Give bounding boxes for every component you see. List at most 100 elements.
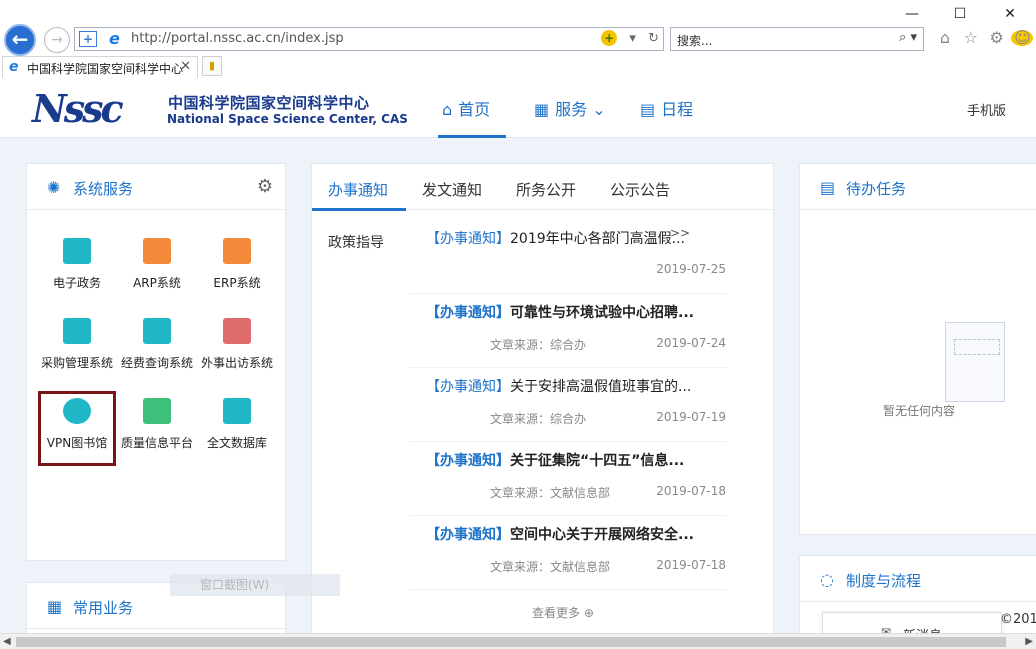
url-field[interactable]: + e http://portal.nssc.ac.cn/index.jsp +… [74,27,664,51]
url-tools: + ▾ ↻ [593,30,659,46]
news-tag: 【办事通知】 [426,231,510,247]
rules-title: 制度与流程 [846,572,922,590]
news-date: 2019-07-25 [656,262,726,276]
home-icon[interactable]: ⌂ [934,28,956,47]
refresh-icon[interactable]: ↻ [648,31,659,46]
tab-row: e 中国科学院国家空间科学中心 ✕ ▮ [0,56,1036,78]
news-title[interactable]: 【办事通知】2019年中心各部门高温假... [426,228,685,248]
news-source: 文章来源：综合办 [490,412,587,426]
sys-item-funds[interactable]: 经费查询系统 [117,310,197,382]
common-business-title: 常用业务 [73,599,134,617]
settings-icon[interactable]: ⚙ [986,28,1008,47]
view-more-link[interactable]: 查看更多 ⊕ [532,604,594,621]
sys-item-label: 全文数据库 [206,436,267,450]
grid-icon: ▦ [47,597,63,616]
search-input[interactable]: 搜索... [677,32,712,49]
tab-affairs[interactable]: 办事通知 [328,179,388,200]
sys-item-quality[interactable]: 质量信息平台 [117,390,197,462]
feedback-smile-icon[interactable]: ☺ [1011,28,1034,47]
news-item[interactable]: 【办事通知】2019年中心各部门高温假... 2019-07-25 [410,220,726,294]
scroll-thumb[interactable] [16,637,1006,647]
scroll-left-icon[interactable]: ◀ [3,636,11,647]
search-icon[interactable]: ⌕ [899,30,906,45]
nav-home[interactable]: ⌂ 首页 [442,96,490,120]
minimize-button[interactable]: — [902,4,922,24]
sys-item-e-gov[interactable]: 电子政务 [37,230,117,302]
selection-highlight [38,391,116,466]
browser-tab[interactable]: e 中国科学院国家空间科学中心 ✕ [2,56,198,78]
sys-item-arp[interactable]: ARP系统 [117,230,197,302]
sys-item-label: ARP系统 [133,276,181,290]
news-title[interactable]: 【办事通知】可靠性与环境试验中心招聘... [426,302,694,322]
logo[interactable]: Nssc [32,90,124,128]
news-title[interactable]: 【办事通知】关于安排高温假值班事宜的... [426,376,691,396]
logo-cn: 中国科学院国家空间科学中心 [168,94,370,112]
compat-icon[interactable]: + [601,30,618,46]
empty-document-icon [945,322,1005,402]
favorites-icon[interactable]: ☆ [960,28,982,47]
news-title[interactable]: 【办事通知】空间中心关于开展网络安全... [426,524,694,544]
news-source: 文章来源：综合办 [490,338,587,352]
nav-active-indicator [438,135,506,138]
search-dropdown-icon[interactable]: ▾ [910,30,917,45]
news-title-text: 关于征集院“十四五”信息... [510,453,685,469]
ie-icon: e [109,29,120,48]
policy-guide[interactable]: 政策指导 [328,232,384,252]
news-date: 2019-07-19 [656,410,726,424]
todo-card: ▤ 待办任务 暂无任何内容 [799,163,1036,535]
services-icon: ✺ [47,178,61,197]
page: Nssc 中国科学院国家空间科学中心 National Space Scienc… [0,78,1036,633]
news-item[interactable]: 【办事通知】关于征集院“十四五”信息... 文章来源：文献信息部 2019-07… [410,442,726,516]
shield-icon[interactable]: + [79,31,97,47]
context-menu-ghost: 窗口截图(W) [170,574,340,596]
tab-documents[interactable]: 发文通知 [422,179,482,200]
users-icon [63,318,91,344]
forward-button[interactable]: → [44,27,70,53]
news-item[interactable]: 【办事通知】可靠性与环境试验中心招聘... 文章来源：综合办 2019-07-2… [410,294,726,368]
wallet-icon [143,318,171,344]
maximize-button[interactable]: ☐ [950,4,970,24]
sys-item-label: ERP系统 [213,276,261,290]
view-more-label: 查看更多 [532,606,581,620]
sys-item-foreign[interactable]: 外事出访系统 [197,310,277,382]
mobile-version-link[interactable]: 手机版 [967,100,1006,119]
news-title[interactable]: 【办事通知】关于征集院“十四五”信息... [426,450,684,470]
new-tab-button[interactable]: ▮ [202,56,222,76]
nav-schedule[interactable]: ▤ 日程 [640,96,693,120]
address-bar-row: ← → + e http://portal.nssc.ac.cn/index.j… [0,24,1036,56]
tab-public[interactable]: 所务公开 [516,179,576,200]
grid-icon: ▦ [534,100,550,119]
news-date: 2019-07-24 [656,336,726,350]
ie-tab-icon: e [9,59,19,75]
logo-en: National Space Science Center, CAS [167,112,408,126]
news-tag: 【办事通知】 [426,379,510,395]
gear-icon[interactable]: ⚙ [257,176,273,197]
nav-services[interactable]: ▦ 服务 ⌄ [534,96,606,120]
sys-item-procurement[interactable]: 采购管理系统 [37,310,117,382]
site-header: Nssc 中国科学院国家空间科学中心 National Space Scienc… [0,78,1036,138]
empty-text: 暂无任何内容 [882,404,955,418]
news-item[interactable]: 【办事通知】关于安排高温假值班事宜的... 文章来源：综合办 2019-07-1… [410,368,726,442]
news-tag: 【办事通知】 [426,305,510,321]
news-item[interactable]: 【办事通知】空间中心关于开展网络安全... 文章来源：文献信息部 2019-07… [410,516,726,590]
nav-services-label: 服务 [555,100,588,119]
sys-item-label: 电子政务 [52,276,101,290]
home-nav-icon: ⌂ [442,100,453,119]
tab-notices[interactable]: 公示公告 [610,179,670,200]
news-title-text: 关于安排高温假值班事宜的... [510,379,692,395]
tab-active-indicator [312,208,406,211]
sys-item-fulltext[interactable]: 全文数据库 [197,390,277,462]
back-button[interactable]: ← [4,24,36,56]
close-window-button[interactable]: ✕ [1000,4,1020,24]
search-field[interactable]: 搜索... ⌕ ▾ [670,27,924,51]
scroll-right-icon[interactable]: ▶ [1025,636,1033,647]
chevron-down-icon: ⌄ [592,100,606,119]
tab-close-icon[interactable]: ✕ [180,59,191,74]
sys-item-erp[interactable]: ERP系统 [197,230,277,302]
todo-title: 待办任务 [846,180,907,198]
news-title-text: 可靠性与环境试验中心招聘... [510,305,694,321]
dropdown-icon[interactable]: ▾ [629,31,636,46]
horizontal-scrollbar[interactable]: ◀ ▶ [0,633,1036,649]
url-text[interactable]: http://portal.nssc.ac.cn/index.jsp [131,31,344,46]
document-icon [223,318,251,344]
